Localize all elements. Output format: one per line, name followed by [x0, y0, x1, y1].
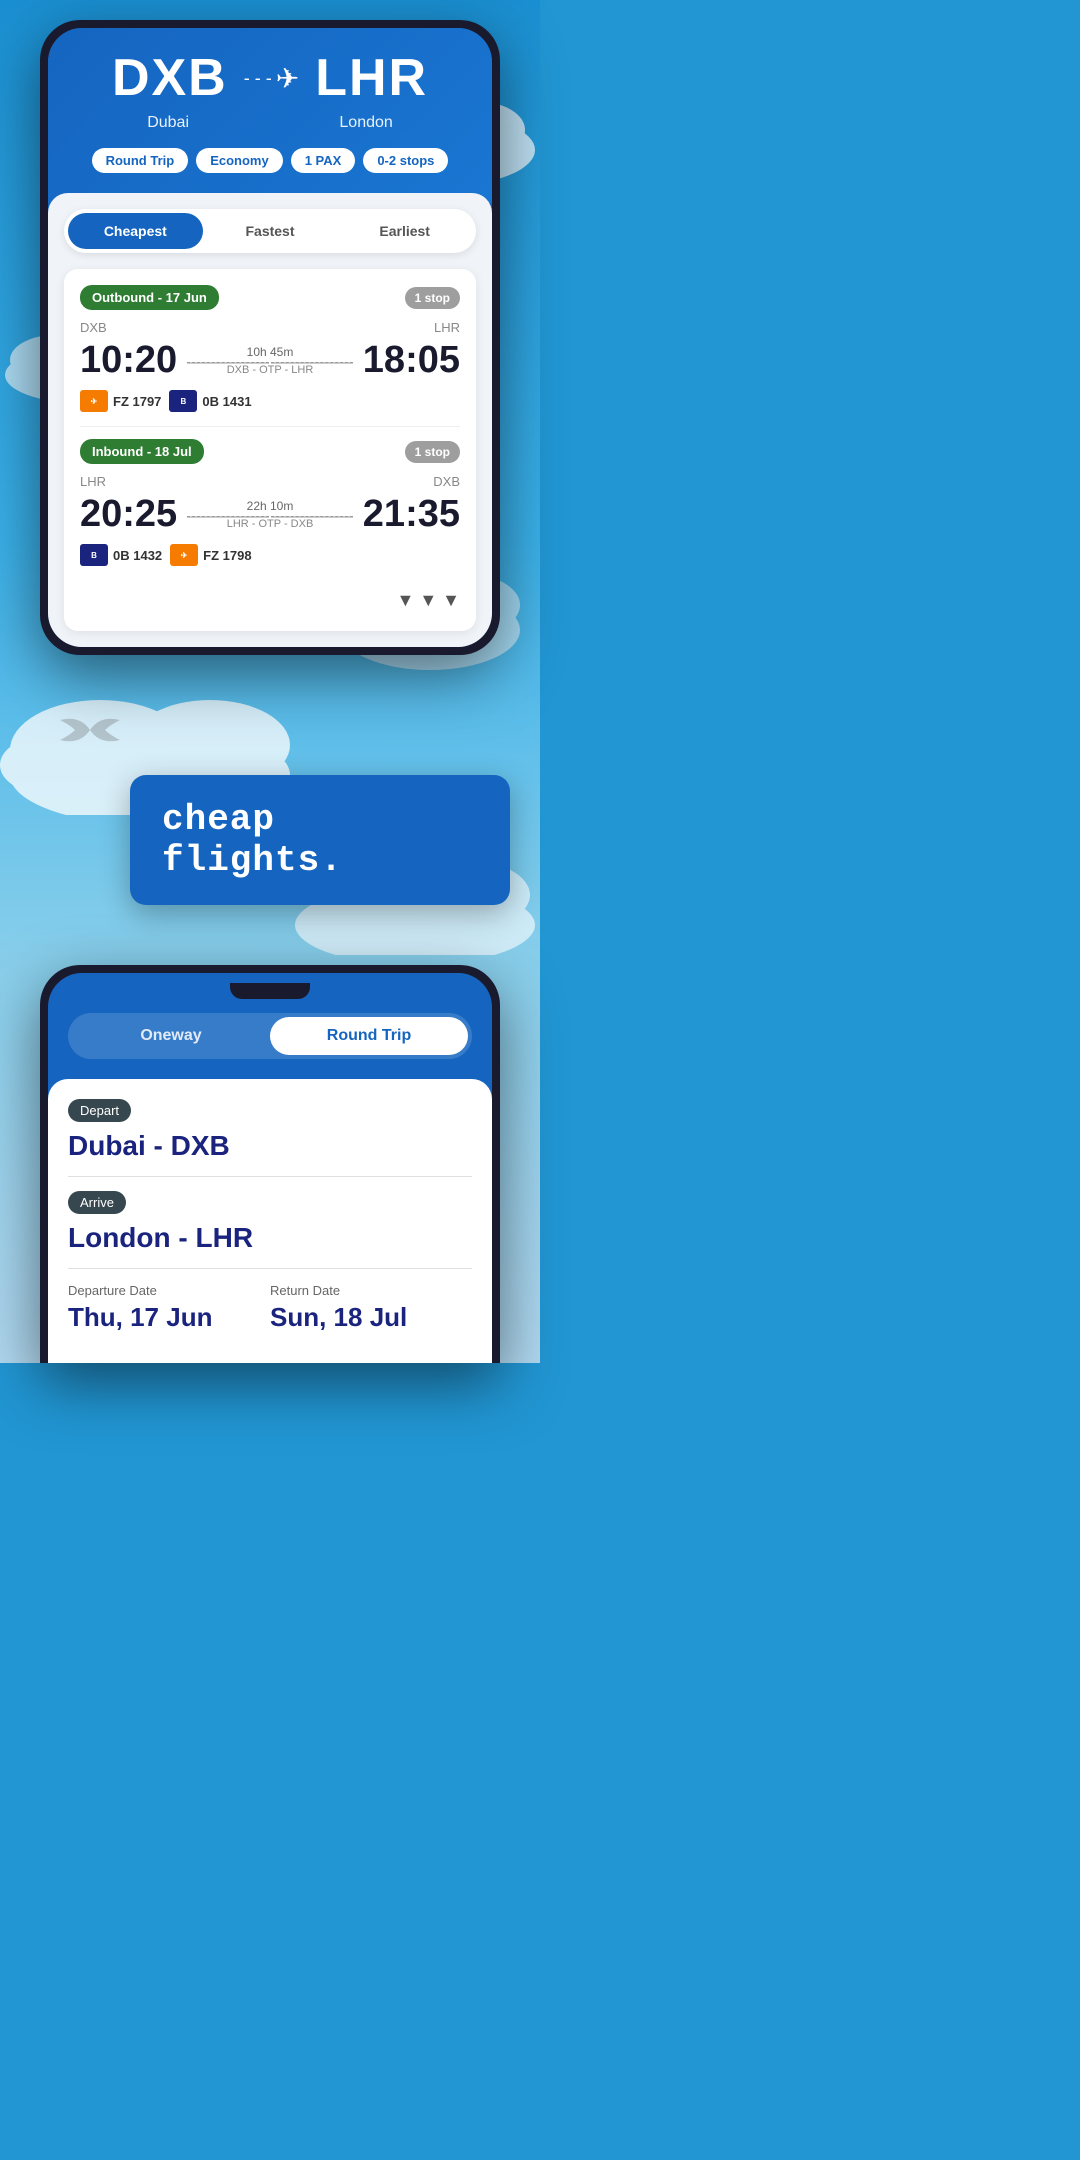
- outbound-airline1-code: FZ 1797: [113, 394, 161, 409]
- inbound-airline1-code: 0B 1432: [113, 548, 162, 563]
- inbound-stop-badge: 1 stop: [405, 441, 460, 463]
- departure-date-col: Departure Date Thu, 17 Jun: [68, 1283, 270, 1333]
- outbound-duration: 10h 45m: [187, 345, 353, 359]
- toggle-round-trip[interactable]: Round Trip: [270, 1017, 468, 1055]
- search-form: Depart Dubai - DXB Arrive London - LHR D…: [48, 1079, 492, 1363]
- outbound-airline1: ✈ FZ 1797: [80, 390, 161, 412]
- outbound-arrive-time: 18:05: [363, 339, 460, 382]
- outbound-label: Outbound - 17 Jun: [80, 285, 219, 310]
- phone-mockup-2: Oneway Round Trip Depart Dubai - DXB Arr…: [40, 965, 500, 1363]
- sort-tabs: Cheapest Fastest Earliest: [64, 209, 476, 253]
- toggle-oneway[interactable]: Oneway: [72, 1017, 270, 1055]
- inbound-depart-time: 20:25: [80, 493, 177, 536]
- arrive-divider: [68, 1268, 472, 1269]
- cabin-tag[interactable]: Economy: [196, 148, 283, 173]
- inbound-dest-airport: DXB: [433, 474, 460, 489]
- trip-type-tag[interactable]: Round Trip: [92, 148, 189, 173]
- depart-value[interactable]: Dubai - DXB: [68, 1130, 472, 1162]
- destination-code: LHR: [315, 48, 428, 108]
- date-row: Departure Date Thu, 17 Jun Return Date S…: [68, 1283, 472, 1333]
- arrive-value[interactable]: London - LHR: [68, 1222, 472, 1254]
- outbound-airline2-code: 0B 1431: [202, 394, 251, 409]
- inbound-label: Inbound - 18 Jul: [80, 439, 204, 464]
- dubai-logo-2: ✈: [170, 544, 198, 566]
- tab-fastest[interactable]: Fastest: [203, 213, 338, 249]
- outbound-dest-airport: LHR: [434, 320, 460, 335]
- tagline-text: cheap flights.: [162, 799, 343, 881]
- phone-notch: [230, 983, 310, 999]
- inbound-arrive-time: 21:35: [363, 493, 460, 536]
- return-date-value[interactable]: Sun, 18 Jul: [270, 1302, 472, 1333]
- depart-divider: [68, 1176, 472, 1177]
- return-date-label: Return Date: [270, 1283, 472, 1298]
- outbound-stop-badge: 1 stop: [405, 287, 460, 309]
- outbound-route-via: DXB - OTP - LHR: [187, 364, 353, 376]
- plane-icon: - - - ✈: [244, 62, 299, 95]
- phone-mockup-1: DXB - - - ✈ LHR Dubai London Round Trip …: [40, 20, 500, 655]
- arrive-label: Arrive: [68, 1191, 126, 1214]
- inbound-airline2: ✈ FZ 1798: [170, 544, 251, 566]
- bluair-logo-2: B: [80, 544, 108, 566]
- inbound-segment: Inbound - 18 Jul 1 stop LHR DXB 20:25 22…: [80, 439, 460, 566]
- inbound-airlines: B 0B 1432 ✈ FZ 1798: [80, 544, 460, 566]
- pax-tag[interactable]: 1 PAX: [291, 148, 356, 173]
- outbound-origin-airport: DXB: [80, 320, 107, 335]
- bluair-logo-1: B: [169, 390, 197, 412]
- outbound-airlines: ✈ FZ 1797 B 0B 1431: [80, 390, 460, 412]
- segment-divider: [80, 426, 460, 427]
- inbound-origin-airport: LHR: [80, 474, 106, 489]
- return-date-col: Return Date Sun, 18 Jul: [270, 1283, 472, 1333]
- inbound-duration: 22h 10m: [187, 499, 353, 513]
- price-hint: ▼ ▼ ▼: [80, 580, 460, 615]
- results-area: Cheapest Fastest Earliest Outbound - 17 …: [48, 193, 492, 647]
- flight-result-card[interactable]: Outbound - 17 Jun 1 stop DXB LHR 10:20 1…: [64, 269, 476, 631]
- route-header: DXB - - - ✈ LHR Dubai London Round Trip …: [48, 28, 492, 203]
- origin-city: Dubai: [147, 114, 189, 132]
- tab-earliest[interactable]: Earliest: [337, 213, 472, 249]
- departure-date-value[interactable]: Thu, 17 Jun: [68, 1302, 270, 1333]
- inbound-airline1: B 0B 1432: [80, 544, 162, 566]
- notch-area: [48, 973, 492, 1003]
- mid-section: cheap flights.: [0, 655, 540, 955]
- tab-cheapest[interactable]: Cheapest: [68, 213, 203, 249]
- outbound-airline2: B 0B 1431: [169, 390, 251, 412]
- outbound-segment: Outbound - 17 Jun 1 stop DXB LHR 10:20 1…: [80, 285, 460, 412]
- depart-label: Depart: [68, 1099, 131, 1122]
- outbound-depart-time: 10:20: [80, 339, 177, 382]
- outbound-duration-info: 10h 45m DXB - OTP - LHR: [177, 345, 363, 376]
- departure-date-label: Departure Date: [68, 1283, 270, 1298]
- origin-code: DXB: [112, 48, 228, 108]
- tagline-box: cheap flights.: [130, 775, 510, 905]
- dubai-logo-1: ✈: [80, 390, 108, 412]
- inbound-route-via: LHR - OTP - DXB: [187, 518, 353, 530]
- destination-city: London: [339, 114, 392, 132]
- inbound-duration-info: 22h 10m LHR - OTP - DXB: [177, 499, 363, 530]
- trip-toggle: Oneway Round Trip: [68, 1013, 472, 1059]
- stops-tag[interactable]: 0-2 stops: [363, 148, 448, 173]
- inbound-airline2-code: FZ 1798: [203, 548, 251, 563]
